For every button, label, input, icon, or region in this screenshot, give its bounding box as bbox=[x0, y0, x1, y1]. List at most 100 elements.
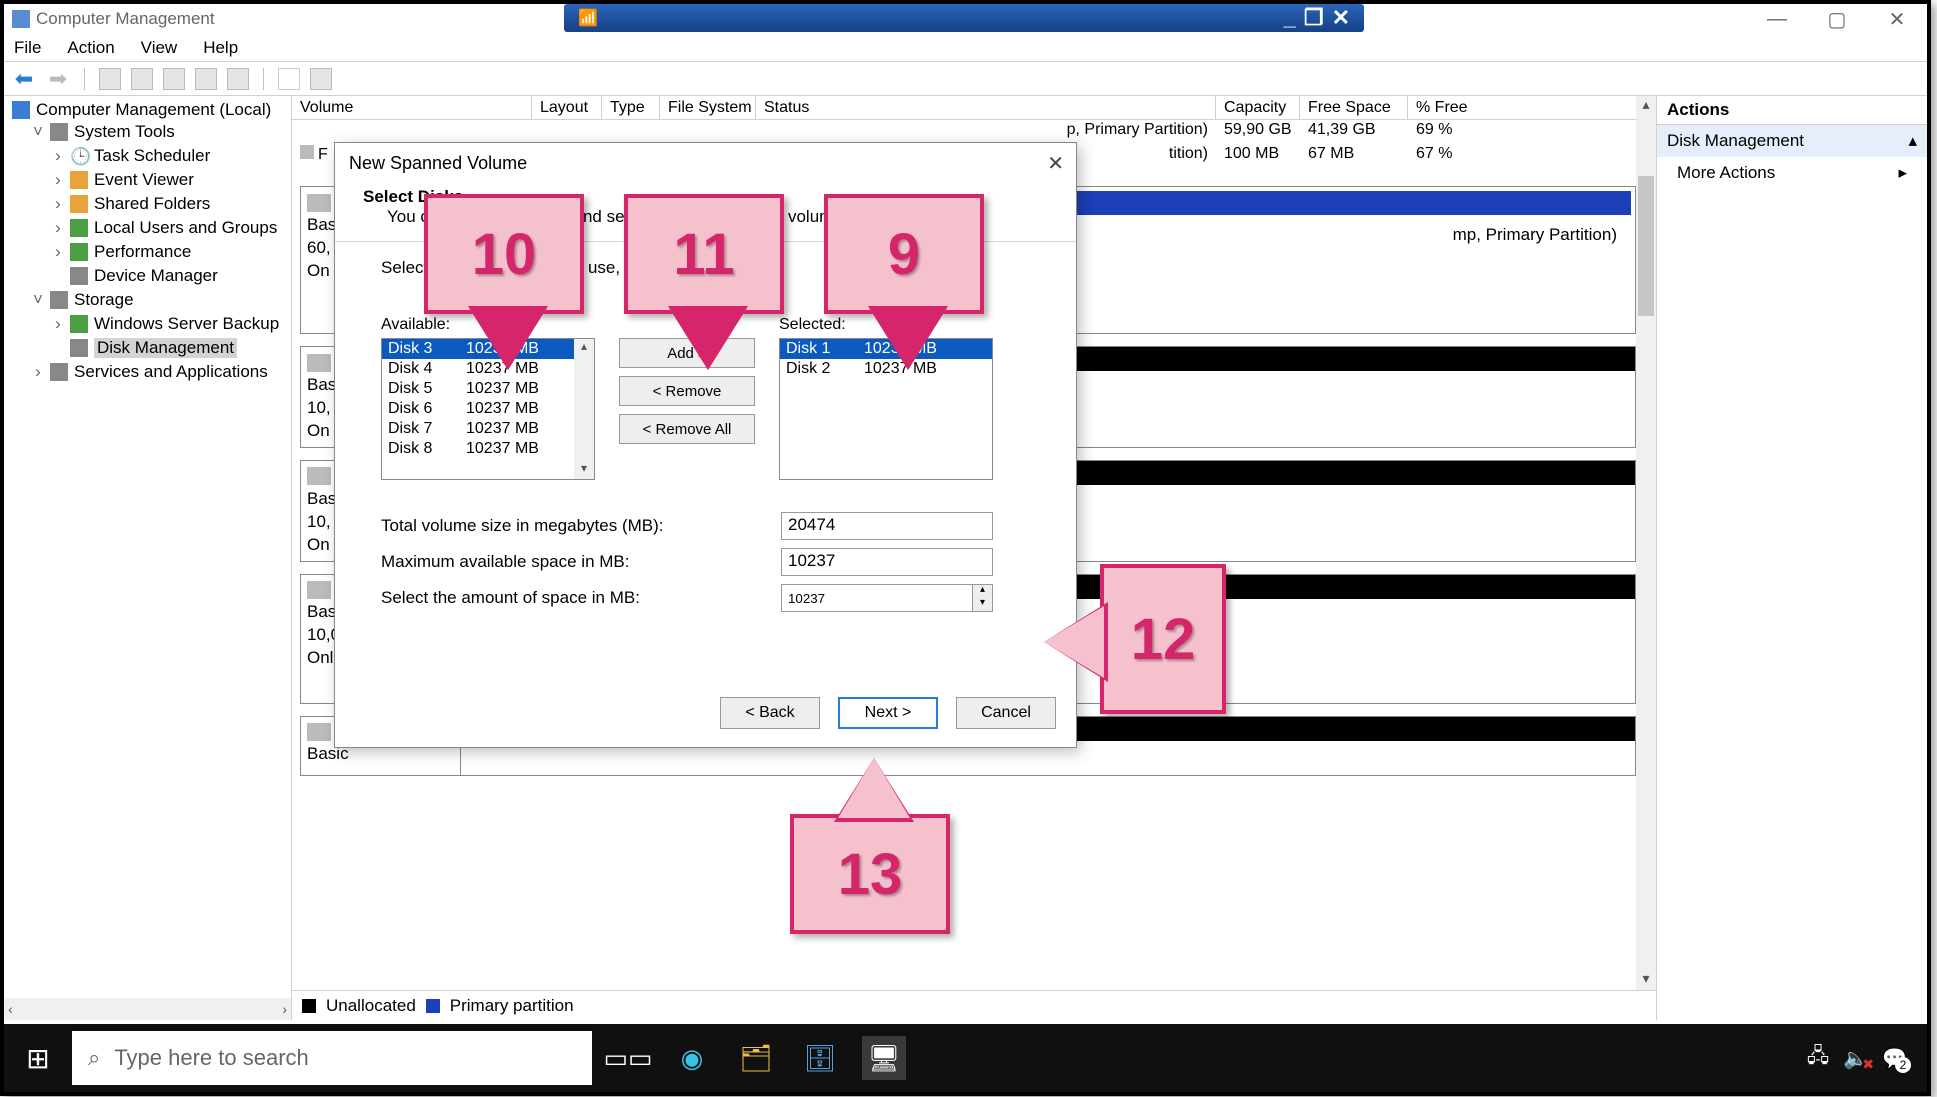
help-icon[interactable] bbox=[163, 68, 185, 90]
col-status[interactable]: Status bbox=[756, 96, 1216, 119]
tree-hscrollbar[interactable]: ‹› bbox=[4, 998, 291, 1020]
max-space-label: Maximum available space in MB: bbox=[381, 552, 781, 572]
menu-help[interactable]: Help bbox=[203, 38, 238, 58]
col-fs[interactable]: File System bbox=[660, 96, 756, 119]
amount-label: Select the amount of space in MB: bbox=[381, 588, 781, 608]
tree-performance[interactable]: Performance bbox=[94, 242, 191, 262]
window-titlebar: Computer Management — ▢ ✕ bbox=[4, 4, 1927, 34]
toolbox-icon bbox=[50, 123, 68, 141]
total-size-label: Total volume size in megabytes (MB): bbox=[381, 516, 781, 536]
wizard-title: New Spanned Volume bbox=[349, 153, 527, 174]
event-icon bbox=[70, 171, 88, 189]
menu-file[interactable]: File bbox=[14, 38, 41, 58]
tray-notifications-icon[interactable]: 💬 bbox=[1882, 1046, 1907, 1071]
menu-view[interactable]: View bbox=[141, 38, 178, 58]
actions-more[interactable]: More Actions▸ bbox=[1657, 157, 1927, 189]
users-icon bbox=[70, 219, 88, 237]
toolbar-btn-6[interactable] bbox=[310, 68, 332, 90]
taskbar: ⊞ ⌕ Type here to search ▭▭ ◉ 🗂 🗄 🖥 🖧 🔈✖ … bbox=[4, 1024, 1927, 1092]
actions-header: Actions bbox=[1657, 96, 1927, 125]
max-space-value: 10237 bbox=[781, 548, 993, 576]
back-button[interactable]: < Back bbox=[720, 697, 820, 729]
tree-services[interactable]: Services and Applications bbox=[74, 362, 268, 382]
folder-icon bbox=[70, 195, 88, 213]
next-button[interactable]: Next > bbox=[838, 697, 938, 729]
toolbar-btn-2[interactable] bbox=[131, 68, 153, 90]
minimize-button[interactable]: — bbox=[1747, 4, 1807, 34]
remove-button[interactable]: < Remove bbox=[619, 376, 755, 406]
tree-storage[interactable]: Storage bbox=[74, 290, 134, 310]
actions-disk-management[interactable]: Disk Management▴ bbox=[1657, 125, 1927, 157]
maximize-button[interactable]: ▢ bbox=[1807, 4, 1867, 34]
remove-all-button[interactable]: < Remove All bbox=[619, 414, 755, 444]
tree-root[interactable]: Computer Management (Local) bbox=[36, 100, 271, 120]
close-button[interactable]: ✕ bbox=[1867, 4, 1927, 34]
scrollbar-thumb[interactable] bbox=[1638, 176, 1654, 316]
list-item[interactable]: Disk 610237 MB bbox=[382, 399, 594, 419]
navigation-tree[interactable]: Computer Management (Local) ˅System Tool… bbox=[4, 96, 292, 1020]
total-size-value: 20474 bbox=[781, 512, 993, 540]
content-vscrollbar[interactable]: ▴ ▾ bbox=[1636, 96, 1656, 990]
tree-shared-folders[interactable]: Shared Folders bbox=[94, 194, 210, 214]
tree-event-viewer[interactable]: Event Viewer bbox=[94, 170, 194, 190]
start-button[interactable]: ⊞ bbox=[4, 1024, 72, 1092]
nav-forward-button[interactable]: ➡ bbox=[46, 69, 70, 89]
annotation-13: 13 bbox=[790, 814, 950, 934]
disk-icon bbox=[70, 339, 88, 357]
menu-action[interactable]: Action bbox=[67, 38, 114, 58]
toolbar-btn-1[interactable] bbox=[99, 68, 121, 90]
tree-local-users[interactable]: Local Users and Groups bbox=[94, 218, 277, 238]
tree-device-manager[interactable]: Device Manager bbox=[94, 266, 218, 286]
col-type[interactable]: Type bbox=[602, 96, 660, 119]
edge-icon[interactable]: ◉ bbox=[670, 1036, 714, 1080]
annotation-11: 11 bbox=[624, 194, 784, 314]
amount-spinner[interactable]: ▴▾ bbox=[973, 584, 993, 612]
disk-icon bbox=[307, 467, 331, 485]
actions-pane: Actions Disk Management▴ More Actions▸ bbox=[1657, 96, 1927, 1020]
storage-icon bbox=[50, 291, 68, 309]
cancel-button[interactable]: Cancel bbox=[956, 697, 1056, 729]
tray-network-icon[interactable]: 🖧 bbox=[1807, 1041, 1829, 1075]
tree-system-tools[interactable]: System Tools bbox=[74, 122, 175, 142]
clock-icon: 🕒 bbox=[70, 147, 88, 165]
server-manager-icon[interactable]: 🗄 bbox=[798, 1036, 842, 1080]
window-title: Computer Management bbox=[36, 9, 215, 29]
services-icon bbox=[50, 363, 68, 381]
performance-icon bbox=[70, 243, 88, 261]
backup-icon bbox=[70, 315, 88, 333]
tree-wsb[interactable]: Windows Server Backup bbox=[94, 314, 279, 334]
col-free[interactable]: Free Space bbox=[1300, 96, 1408, 119]
toolbar-btn-4[interactable] bbox=[227, 68, 249, 90]
task-view-icon[interactable]: ▭▭ bbox=[606, 1036, 650, 1080]
search-placeholder: Type here to search bbox=[114, 1045, 308, 1071]
amount-input[interactable] bbox=[781, 584, 973, 612]
toolbar-btn-3[interactable] bbox=[195, 68, 217, 90]
taskbar-search[interactable]: ⌕ Type here to search bbox=[72, 1031, 592, 1085]
explorer-icon[interactable]: 🗂 bbox=[734, 1036, 778, 1080]
disk-icon bbox=[307, 354, 331, 372]
tree-disk-management[interactable]: Disk Management bbox=[94, 338, 237, 358]
compmgmt-icon[interactable]: 🖥 bbox=[862, 1036, 906, 1080]
wizard-close-button[interactable]: ✕ bbox=[1047, 151, 1064, 176]
list-item[interactable]: Disk 810237 MB bbox=[382, 439, 594, 459]
app-icon bbox=[12, 10, 30, 28]
computer-icon bbox=[12, 101, 30, 119]
nav-back-button[interactable]: ⬅ bbox=[12, 69, 36, 89]
list-scrollbar[interactable]: ▴▾ bbox=[574, 339, 594, 479]
col-volume[interactable]: Volume bbox=[292, 96, 532, 119]
disk-icon bbox=[307, 581, 331, 599]
toolbar: ⬅ ➡ bbox=[4, 62, 1927, 96]
col-pct[interactable]: % Free bbox=[1408, 96, 1656, 119]
list-item[interactable]: Disk 710237 MB bbox=[382, 419, 594, 439]
toolbar-btn-5[interactable] bbox=[278, 68, 300, 90]
tree-task-scheduler[interactable]: Task Scheduler bbox=[94, 146, 210, 166]
col-layout[interactable]: Layout bbox=[532, 96, 602, 119]
device-icon bbox=[70, 267, 88, 285]
col-capacity[interactable]: Capacity bbox=[1216, 96, 1300, 119]
tray-sound-icon[interactable]: 🔈✖ bbox=[1843, 1046, 1868, 1071]
annotation-12: 12 bbox=[1100, 564, 1226, 714]
search-icon: ⌕ bbox=[88, 1045, 100, 1071]
disk-icon bbox=[307, 194, 331, 212]
list-item[interactable]: Disk 510237 MB bbox=[382, 379, 594, 399]
annotation-10: 10 bbox=[424, 194, 584, 314]
